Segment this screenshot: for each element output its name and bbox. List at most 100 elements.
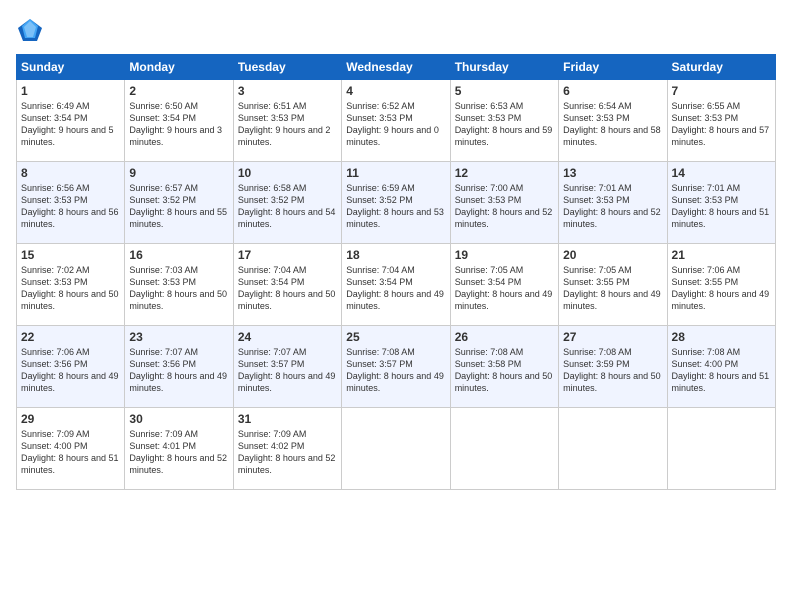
day-number: 5 xyxy=(455,84,554,98)
calendar-week-5: 29 Sunrise: 7:09 AMSunset: 4:00 PMDaylig… xyxy=(17,408,776,490)
calendar: Sunday Monday Tuesday Wednesday Thursday… xyxy=(16,54,776,490)
day-number: 12 xyxy=(455,166,554,180)
calendar-cell: 7 Sunrise: 6:55 AMSunset: 3:53 PMDayligh… xyxy=(667,80,775,162)
cell-content: Sunrise: 7:08 AMSunset: 3:59 PMDaylight:… xyxy=(563,346,662,395)
cell-content: Sunrise: 7:00 AMSunset: 3:53 PMDaylight:… xyxy=(455,182,554,231)
cell-content: Sunrise: 6:59 AMSunset: 3:52 PMDaylight:… xyxy=(346,182,445,231)
calendar-cell: 21 Sunrise: 7:06 AMSunset: 3:55 PMDaylig… xyxy=(667,244,775,326)
logo-icon xyxy=(16,16,44,44)
calendar-cell: 1 Sunrise: 6:49 AMSunset: 3:54 PMDayligh… xyxy=(17,80,125,162)
cell-content: Sunrise: 7:01 AMSunset: 3:53 PMDaylight:… xyxy=(563,182,662,231)
cell-content: Sunrise: 6:52 AMSunset: 3:53 PMDaylight:… xyxy=(346,100,445,149)
page: Sunday Monday Tuesday Wednesday Thursday… xyxy=(0,0,792,612)
day-number: 15 xyxy=(21,248,120,262)
cell-content: Sunrise: 6:53 AMSunset: 3:53 PMDaylight:… xyxy=(455,100,554,149)
col-tuesday: Tuesday xyxy=(233,55,341,80)
cell-content: Sunrise: 7:08 AMSunset: 3:58 PMDaylight:… xyxy=(455,346,554,395)
logo xyxy=(16,16,48,44)
cell-content: Sunrise: 6:51 AMSunset: 3:53 PMDaylight:… xyxy=(238,100,337,149)
cell-content: Sunrise: 6:50 AMSunset: 3:54 PMDaylight:… xyxy=(129,100,228,149)
calendar-week-3: 15 Sunrise: 7:02 AMSunset: 3:53 PMDaylig… xyxy=(17,244,776,326)
calendar-week-4: 22 Sunrise: 7:06 AMSunset: 3:56 PMDaylig… xyxy=(17,326,776,408)
calendar-cell: 3 Sunrise: 6:51 AMSunset: 3:53 PMDayligh… xyxy=(233,80,341,162)
cell-content: Sunrise: 7:05 AMSunset: 3:55 PMDaylight:… xyxy=(563,264,662,313)
calendar-cell: 29 Sunrise: 7:09 AMSunset: 4:00 PMDaylig… xyxy=(17,408,125,490)
day-number: 20 xyxy=(563,248,662,262)
cell-content: Sunrise: 6:57 AMSunset: 3:52 PMDaylight:… xyxy=(129,182,228,231)
day-number: 29 xyxy=(21,412,120,426)
cell-content: Sunrise: 7:07 AMSunset: 3:56 PMDaylight:… xyxy=(129,346,228,395)
day-number: 11 xyxy=(346,166,445,180)
calendar-cell: 31 Sunrise: 7:09 AMSunset: 4:02 PMDaylig… xyxy=(233,408,341,490)
day-number: 17 xyxy=(238,248,337,262)
calendar-cell: 28 Sunrise: 7:08 AMSunset: 4:00 PMDaylig… xyxy=(667,326,775,408)
calendar-cell: 13 Sunrise: 7:01 AMSunset: 3:53 PMDaylig… xyxy=(559,162,667,244)
calendar-cell: 2 Sunrise: 6:50 AMSunset: 3:54 PMDayligh… xyxy=(125,80,233,162)
calendar-cell: 24 Sunrise: 7:07 AMSunset: 3:57 PMDaylig… xyxy=(233,326,341,408)
calendar-cell: 23 Sunrise: 7:07 AMSunset: 3:56 PMDaylig… xyxy=(125,326,233,408)
col-saturday: Saturday xyxy=(667,55,775,80)
calendar-cell xyxy=(450,408,558,490)
day-number: 28 xyxy=(672,330,771,344)
calendar-cell: 19 Sunrise: 7:05 AMSunset: 3:54 PMDaylig… xyxy=(450,244,558,326)
calendar-header-row: Sunday Monday Tuesday Wednesday Thursday… xyxy=(17,55,776,80)
calendar-cell xyxy=(559,408,667,490)
cell-content: Sunrise: 6:56 AMSunset: 3:53 PMDaylight:… xyxy=(21,182,120,231)
day-number: 4 xyxy=(346,84,445,98)
cell-content: Sunrise: 7:06 AMSunset: 3:56 PMDaylight:… xyxy=(21,346,120,395)
col-thursday: Thursday xyxy=(450,55,558,80)
col-friday: Friday xyxy=(559,55,667,80)
calendar-week-1: 1 Sunrise: 6:49 AMSunset: 3:54 PMDayligh… xyxy=(17,80,776,162)
day-number: 8 xyxy=(21,166,120,180)
calendar-cell: 26 Sunrise: 7:08 AMSunset: 3:58 PMDaylig… xyxy=(450,326,558,408)
cell-content: Sunrise: 7:08 AMSunset: 4:00 PMDaylight:… xyxy=(672,346,771,395)
calendar-cell: 20 Sunrise: 7:05 AMSunset: 3:55 PMDaylig… xyxy=(559,244,667,326)
calendar-cell: 25 Sunrise: 7:08 AMSunset: 3:57 PMDaylig… xyxy=(342,326,450,408)
day-number: 9 xyxy=(129,166,228,180)
cell-content: Sunrise: 7:04 AMSunset: 3:54 PMDaylight:… xyxy=(238,264,337,313)
calendar-cell: 30 Sunrise: 7:09 AMSunset: 4:01 PMDaylig… xyxy=(125,408,233,490)
cell-content: Sunrise: 6:49 AMSunset: 3:54 PMDaylight:… xyxy=(21,100,120,149)
calendar-cell: 27 Sunrise: 7:08 AMSunset: 3:59 PMDaylig… xyxy=(559,326,667,408)
day-number: 19 xyxy=(455,248,554,262)
day-number: 23 xyxy=(129,330,228,344)
calendar-cell: 11 Sunrise: 6:59 AMSunset: 3:52 PMDaylig… xyxy=(342,162,450,244)
cell-content: Sunrise: 7:06 AMSunset: 3:55 PMDaylight:… xyxy=(672,264,771,313)
day-number: 27 xyxy=(563,330,662,344)
day-number: 18 xyxy=(346,248,445,262)
calendar-cell: 17 Sunrise: 7:04 AMSunset: 3:54 PMDaylig… xyxy=(233,244,341,326)
calendar-cell: 16 Sunrise: 7:03 AMSunset: 3:53 PMDaylig… xyxy=(125,244,233,326)
calendar-cell: 9 Sunrise: 6:57 AMSunset: 3:52 PMDayligh… xyxy=(125,162,233,244)
day-number: 16 xyxy=(129,248,228,262)
calendar-cell: 5 Sunrise: 6:53 AMSunset: 3:53 PMDayligh… xyxy=(450,80,558,162)
day-number: 10 xyxy=(238,166,337,180)
col-sunday: Sunday xyxy=(17,55,125,80)
cell-content: Sunrise: 7:03 AMSunset: 3:53 PMDaylight:… xyxy=(129,264,228,313)
col-wednesday: Wednesday xyxy=(342,55,450,80)
day-number: 25 xyxy=(346,330,445,344)
calendar-cell xyxy=(342,408,450,490)
cell-content: Sunrise: 6:58 AMSunset: 3:52 PMDaylight:… xyxy=(238,182,337,231)
calendar-cell: 6 Sunrise: 6:54 AMSunset: 3:53 PMDayligh… xyxy=(559,80,667,162)
header xyxy=(16,16,776,44)
calendar-cell: 4 Sunrise: 6:52 AMSunset: 3:53 PMDayligh… xyxy=(342,80,450,162)
calendar-cell: 12 Sunrise: 7:00 AMSunset: 3:53 PMDaylig… xyxy=(450,162,558,244)
day-number: 3 xyxy=(238,84,337,98)
calendar-cell: 18 Sunrise: 7:04 AMSunset: 3:54 PMDaylig… xyxy=(342,244,450,326)
day-number: 14 xyxy=(672,166,771,180)
day-number: 31 xyxy=(238,412,337,426)
calendar-cell: 22 Sunrise: 7:06 AMSunset: 3:56 PMDaylig… xyxy=(17,326,125,408)
calendar-cell: 15 Sunrise: 7:02 AMSunset: 3:53 PMDaylig… xyxy=(17,244,125,326)
day-number: 24 xyxy=(238,330,337,344)
calendar-cell: 8 Sunrise: 6:56 AMSunset: 3:53 PMDayligh… xyxy=(17,162,125,244)
day-number: 30 xyxy=(129,412,228,426)
day-number: 22 xyxy=(21,330,120,344)
cell-content: Sunrise: 7:08 AMSunset: 3:57 PMDaylight:… xyxy=(346,346,445,395)
day-number: 2 xyxy=(129,84,228,98)
cell-content: Sunrise: 7:04 AMSunset: 3:54 PMDaylight:… xyxy=(346,264,445,313)
day-number: 13 xyxy=(563,166,662,180)
cell-content: Sunrise: 7:09 AMSunset: 4:02 PMDaylight:… xyxy=(238,428,337,477)
cell-content: Sunrise: 7:09 AMSunset: 4:00 PMDaylight:… xyxy=(21,428,120,477)
calendar-cell xyxy=(667,408,775,490)
day-number: 1 xyxy=(21,84,120,98)
